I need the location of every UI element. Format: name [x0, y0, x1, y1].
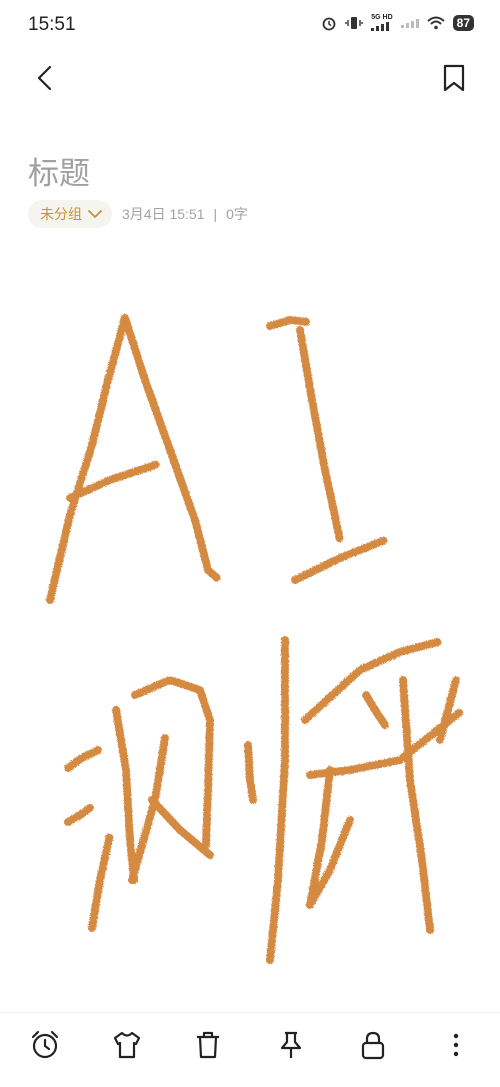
chevron-down-icon	[88, 210, 102, 219]
drawing-canvas[interactable]	[0, 240, 500, 1010]
delete-button[interactable]	[192, 1029, 224, 1061]
stroke-ce-dot1	[64, 746, 102, 772]
stroke-i-top	[266, 316, 312, 330]
theme-button[interactable]	[111, 1029, 143, 1061]
stroke-ce-box	[112, 706, 138, 884]
status-time: 15:51	[28, 14, 76, 35]
meta-separator: |	[213, 206, 218, 222]
wifi-icon	[426, 16, 445, 29]
stroke-i-stem	[296, 326, 344, 544]
alarm-clock-icon	[31, 1030, 59, 1059]
status-bar: 15:51 5G HD 87	[0, 0, 500, 52]
stroke-ce-rise	[88, 831, 114, 932]
more-vertical-icon	[453, 1033, 459, 1057]
note-title[interactable]: 标题	[28, 148, 90, 193]
vibrate-icon	[345, 16, 363, 29]
stroke-ping-dotl	[362, 691, 389, 729]
stroke-ping-stem	[399, 676, 434, 934]
handwritten-drawing	[46, 314, 464, 964]
stroke-ce-dot2	[64, 804, 94, 826]
alarm-icon	[322, 17, 336, 30]
reminder-button[interactable]	[29, 1029, 61, 1061]
stroke-ce-right	[148, 796, 214, 859]
lock-icon	[361, 1031, 385, 1060]
shirt-icon	[113, 1031, 141, 1059]
more-button[interactable]	[440, 1029, 472, 1061]
note-meta: 未分组 3月4日 15:51 | 0字	[28, 200, 248, 228]
network-label: 5G HD	[371, 14, 393, 21]
signal-bars-icon	[371, 22, 390, 31]
status-icons: 5G HD 87	[321, 14, 474, 31]
stroke-a-right	[121, 314, 221, 582]
word-count: 0字	[226, 206, 248, 222]
bookmark-button[interactable]	[438, 62, 470, 94]
group-label: 未分组	[40, 206, 82, 222]
chevron-left-icon	[37, 65, 52, 91]
group-selector[interactable]: 未分组	[28, 200, 112, 228]
bottom-toolbar	[0, 1012, 500, 1087]
lock-button[interactable]	[357, 1029, 389, 1061]
back-button[interactable]	[30, 62, 62, 94]
signal-5g: 5G HD	[371, 14, 393, 31]
battery-indicator: 87	[452, 14, 474, 31]
stroke-ce-short	[244, 741, 257, 804]
pin-icon	[280, 1031, 302, 1058]
signal-bars-icon	[400, 18, 419, 28]
trash-icon	[197, 1031, 219, 1059]
stroke-ce-long	[266, 636, 289, 964]
stroke-a-left	[46, 314, 129, 604]
stroke-i-bottom	[291, 536, 389, 584]
note-date: 3月4日 15:51	[122, 206, 205, 222]
pin-button[interactable]	[275, 1029, 307, 1061]
bookmark-icon	[443, 64, 465, 92]
